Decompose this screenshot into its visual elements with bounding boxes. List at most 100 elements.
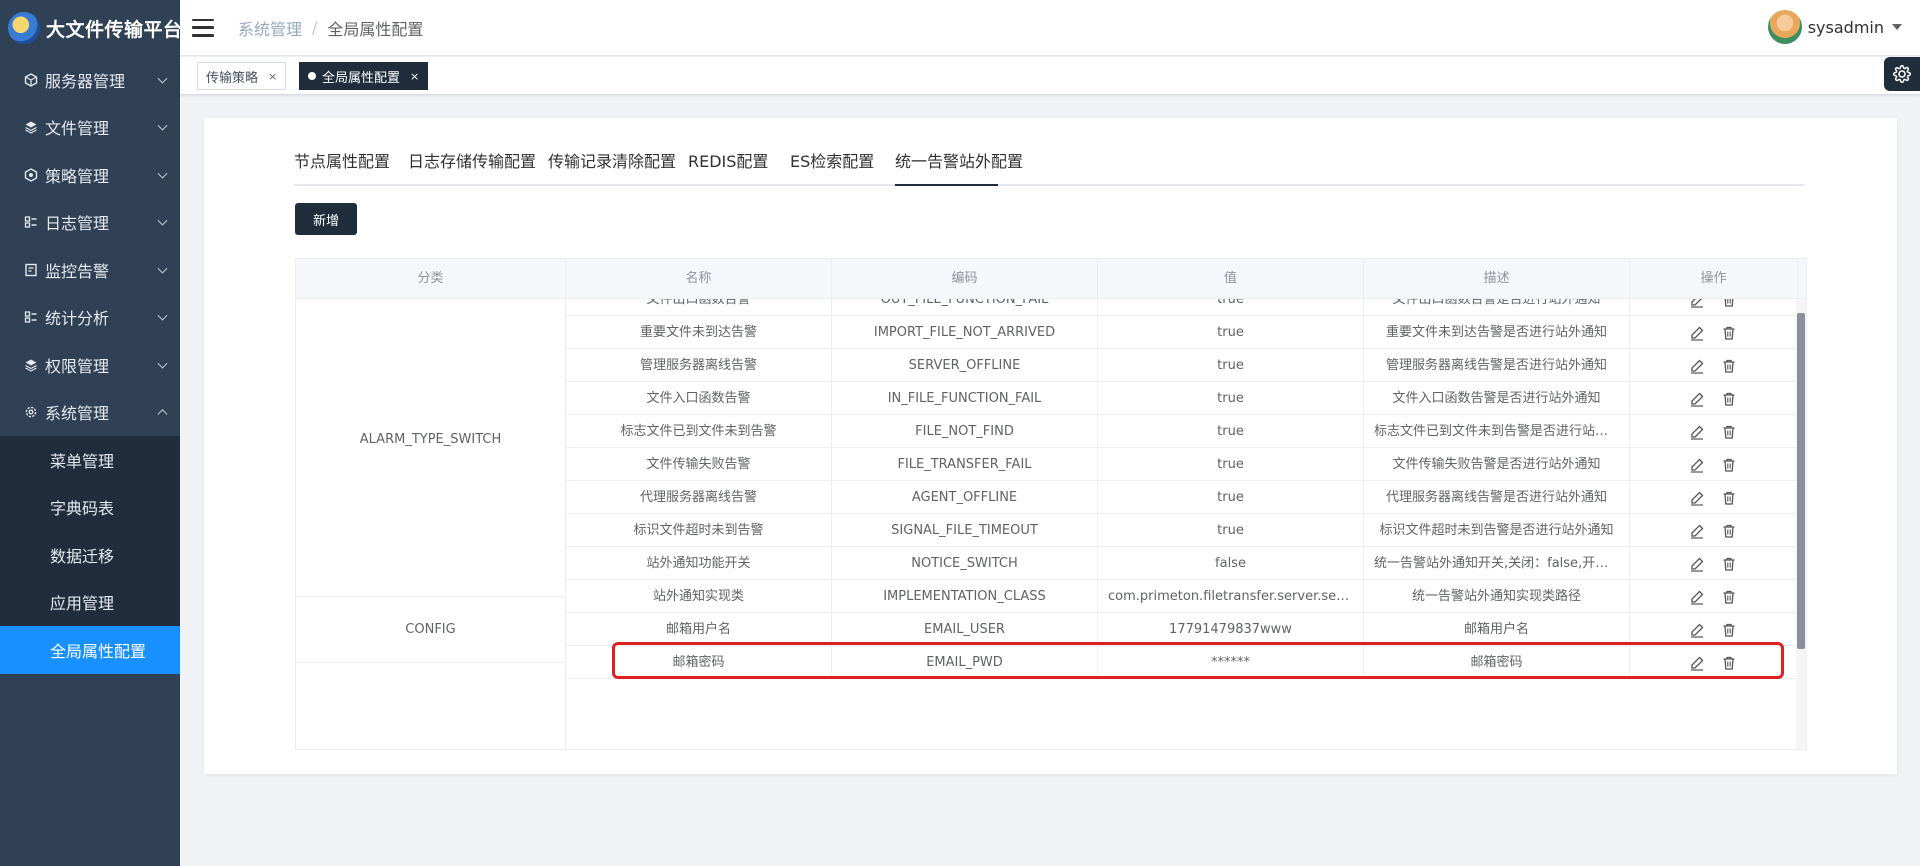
cell-name: 站外通知实现类 <box>566 580 832 613</box>
cell-desc: 管理服务器离线告警是否进行站外通知 <box>1364 349 1630 382</box>
sidebar-item-2[interactable]: 策略管理 <box>0 151 180 199</box>
sidebar-item-3[interactable]: 日志管理 <box>0 199 180 247</box>
table-row[interactable]: 文件传输失败告警 FILE_TRANSFER_FAIL true 文件传输失败告警是否… <box>566 448 1806 481</box>
shield-icon <box>24 358 38 372</box>
breadcrumb-item-system[interactable]: 系统管理 <box>238 16 302 40</box>
sidebar-item-5[interactable]: 统计分析 <box>0 294 180 342</box>
logo-icon <box>8 12 40 44</box>
row-actions <box>1628 514 1798 547</box>
row-actions <box>1628 448 1798 481</box>
table-scrollbar[interactable] <box>1796 299 1806 749</box>
sidebar-subitem-2[interactable]: 数据迁移 <box>0 531 180 579</box>
table-row[interactable]: 文件出口函数告警 OUT_FILE_FUNCTION_FAIL true 文件出口函数… <box>566 299 1806 316</box>
table-row[interactable]: 标识文件超时未到告警 SIGNAL_FILE_TIMEOUT true 标识文件超时未… <box>566 514 1806 547</box>
tab-2[interactable]: 传输记录清除配置 <box>548 148 676 186</box>
tab-1[interactable]: 日志存储传输配置 <box>408 148 536 186</box>
delete-icon[interactable] <box>1720 423 1738 441</box>
cell-code: FILE_NOT_FIND <box>832 415 1098 448</box>
sidebar-item-1[interactable]: 文件管理 <box>0 104 180 152</box>
cell-desc: 标志文件已到文件未到告警是否进行站外通知 <box>1364 415 1630 448</box>
app-logo[interactable]: 大文件传输平台 <box>0 0 182 56</box>
edit-icon[interactable] <box>1688 489 1706 507</box>
delete-icon[interactable] <box>1720 555 1738 573</box>
gear-icon <box>24 405 38 419</box>
hamburger-icon[interactable] <box>192 18 214 37</box>
table-header: 分类 名称 编码 值 描述 操作 <box>296 259 1806 299</box>
sidebar-subitem-0[interactable]: 菜单管理 <box>0 436 180 484</box>
edit-icon[interactable] <box>1688 423 1706 441</box>
table-row[interactable]: 代理服务器离线告警 AGENT_OFFLINE true 代理服务器离线告警是否进行站… <box>566 481 1806 514</box>
delete-icon[interactable] <box>1720 621 1738 639</box>
edit-icon[interactable] <box>1688 621 1706 639</box>
row-actions <box>1628 415 1798 448</box>
chevron-down-icon <box>157 358 168 369</box>
delete-icon[interactable] <box>1720 357 1738 375</box>
table-row[interactable]: 邮箱用户名 EMAIL_USER 17791479837www 邮箱用户名 <box>566 613 1806 646</box>
close-icon[interactable]: × <box>268 70 277 83</box>
row-actions <box>1628 613 1798 646</box>
tag-global-config[interactable]: 全局属性配置 × <box>299 62 429 90</box>
row-actions <box>1628 382 1798 415</box>
add-button[interactable]: 新增 <box>295 203 357 235</box>
table-row[interactable]: 站外通知功能开关 NOTICE_SWITCH false 统一告警站外通知开关,关闭：… <box>566 547 1806 580</box>
edit-icon[interactable] <box>1688 555 1706 573</box>
delete-icon[interactable] <box>1720 324 1738 342</box>
chevron-down-icon <box>157 215 168 226</box>
cell-code: IMPLEMENTATION_CLASS <box>832 580 1098 613</box>
table-row[interactable]: 标志文件已到文件未到告警 FILE_NOT_FIND true 标志文件已到文件未到告… <box>566 415 1806 448</box>
table-row[interactable]: 邮箱密码 EMAIL_PWD ****** 邮箱密码 <box>566 646 1806 679</box>
delete-icon[interactable] <box>1720 390 1738 408</box>
chevron-down-icon <box>157 263 168 274</box>
close-icon[interactable]: × <box>410 70 419 83</box>
edit-icon[interactable] <box>1688 299 1706 309</box>
edit-icon[interactable] <box>1688 390 1706 408</box>
row-actions <box>1628 299 1798 316</box>
tab-4[interactable]: ES检索配置 <box>790 148 874 186</box>
avatar <box>1767 10 1802 44</box>
cell-desc: 统一告警站外通知开关,关闭：false,开启：true <box>1364 547 1630 580</box>
table-row[interactable]: 管理服务器离线告警 SERVER_OFFLINE true 管理服务器离线告警是否进行… <box>566 349 1806 382</box>
edit-icon[interactable] <box>1688 654 1706 672</box>
cell-name: 管理服务器离线告警 <box>566 349 832 382</box>
sidebar-subitem-1[interactable]: 字典码表 <box>0 483 180 531</box>
delete-icon[interactable] <box>1720 489 1738 507</box>
cell-desc: 统一告警站外通知实现类路径 <box>1364 580 1630 613</box>
edit-icon[interactable] <box>1688 456 1706 474</box>
cell-desc: 邮箱用户名 <box>1364 613 1630 646</box>
delete-icon[interactable] <box>1720 299 1738 309</box>
cell-value: true <box>1098 481 1364 514</box>
sidebar-subitem-4[interactable]: 全局属性配置 <box>0 626 180 674</box>
delete-icon[interactable] <box>1720 588 1738 606</box>
tag-transfer-strategy[interactable]: 传输策略 × <box>197 62 287 90</box>
scrollbar-thumb[interactable] <box>1797 313 1805 649</box>
edit-icon[interactable] <box>1688 588 1706 606</box>
config-table: 分类 名称 编码 值 描述 操作 ALARM_TYPE_SWITCH CONFI… <box>295 258 1807 750</box>
delete-icon[interactable] <box>1720 522 1738 540</box>
log-icon <box>24 215 38 229</box>
table-row[interactable]: 站外通知实现类 IMPLEMENTATION_CLASS com.primeton.… <box>566 580 1806 613</box>
cell-name: 代理服务器离线告警 <box>566 481 832 514</box>
edit-icon[interactable] <box>1688 357 1706 375</box>
edit-icon[interactable] <box>1688 522 1706 540</box>
cell-code: AGENT_OFFLINE <box>832 481 1098 514</box>
chevron-down-icon <box>157 310 168 321</box>
tab-3[interactable]: REDIS配置 <box>688 148 768 186</box>
sidebar-item-6[interactable]: 权限管理 <box>0 341 180 389</box>
tab-5[interactable]: 统一告警站外配置 <box>895 148 1023 186</box>
row-actions <box>1628 547 1798 580</box>
col-value: 值 <box>1098 259 1364 299</box>
sidebar-item-4[interactable]: 监控告警 <box>0 246 180 294</box>
cell-value: true <box>1098 382 1364 415</box>
delete-icon[interactable] <box>1720 654 1738 672</box>
edit-icon[interactable] <box>1688 324 1706 342</box>
table-row[interactable]: 文件入口函数告警 IN_FILE_FUNCTION_FAIL true 文件入口函数告… <box>566 382 1806 415</box>
sidebar-subitem-3[interactable]: 应用管理 <box>0 578 180 626</box>
delete-icon[interactable] <box>1720 456 1738 474</box>
settings-button[interactable] <box>1884 57 1920 91</box>
cell-desc: 代理服务器离线告警是否进行站外通知 <box>1364 481 1630 514</box>
sidebar-item-7[interactable]: 系统管理 <box>0 389 180 437</box>
user-menu[interactable]: sysadmin <box>1767 10 1902 44</box>
sidebar-item-0[interactable]: 服务器管理 <box>0 56 180 104</box>
table-row[interactable]: 重要文件未到达告警 IMPORT_FILE_NOT_ARRIVED true 重要文件… <box>566 316 1806 349</box>
tab-0[interactable]: 节点属性配置 <box>294 148 390 186</box>
